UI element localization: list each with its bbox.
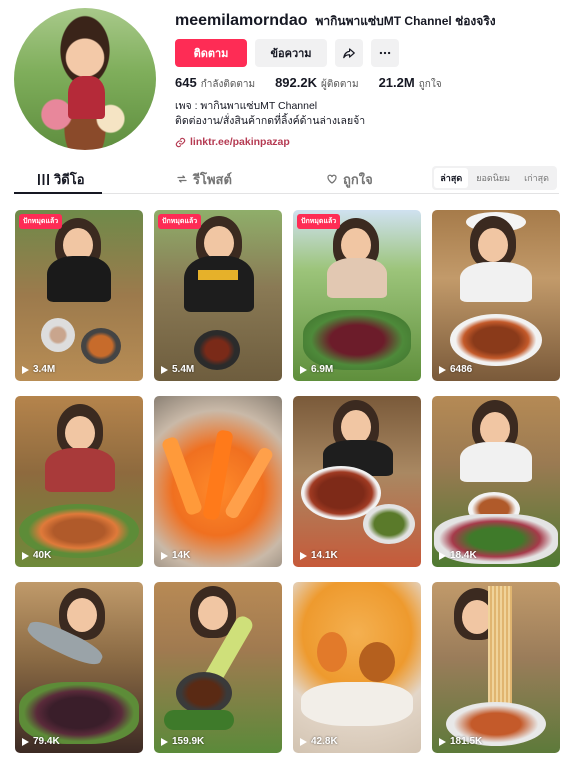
share-icon <box>343 48 355 59</box>
video-card[interactable]: 79.4K <box>15 582 143 753</box>
tab-videos[interactable]: วิดีโอ <box>38 164 85 194</box>
video-card[interactable]: ปักหมุดแล้ว 3.4M <box>15 210 143 381</box>
profile-tabs: วิดีโอ รีโพสต์ ถูกใจ ล่าสุด ยอดนิยม เก่า… <box>14 164 559 194</box>
more-icon <box>379 51 391 55</box>
bio-line: ติดต่องาน/สั่งสินค้ากดที่ลิ้งค์ด้านล่างเ… <box>175 115 366 127</box>
follow-button[interactable]: ติดตาม <box>175 39 247 67</box>
sort-latest[interactable]: ล่าสุด <box>434 168 469 188</box>
avatar[interactable] <box>14 8 156 150</box>
tab-liked[interactable]: ถูกใจ <box>326 164 373 194</box>
view-count: 18.4K <box>439 550 477 561</box>
bio-link-text[interactable]: linktr.ee/pakinpazap <box>190 136 290 148</box>
video-grid: ปักหมุดแล้ว 3.4M ปักหมุดแล้ว 5.4M ปักหมุ… <box>15 210 560 753</box>
play-icon <box>300 365 307 374</box>
bio-line: เพจ : พากินพาแซ่บMT Channel <box>175 100 318 112</box>
link-icon <box>175 137 186 147</box>
nickname: พากินพาแซ่บMT Channel ช่องจริง <box>315 14 496 28</box>
play-icon <box>300 551 307 560</box>
play-icon <box>439 551 446 560</box>
play-icon <box>439 365 446 374</box>
play-icon <box>300 737 307 746</box>
video-card[interactable]: ปักหมุดแล้ว 5.4M <box>154 210 282 381</box>
video-card[interactable]: 18.4K <box>432 396 560 567</box>
video-card[interactable]: ปักหมุดแล้ว 6.9M <box>293 210 421 381</box>
sort-oldest[interactable]: เก่าสุด <box>518 168 555 188</box>
play-icon <box>161 365 168 374</box>
followers-stat[interactable]: 892.2K ผู้ติดตาม <box>275 74 358 92</box>
video-card[interactable]: 181.5K <box>432 582 560 753</box>
play-icon <box>22 551 29 560</box>
profile-actions: ติดตาม ข้อความ <box>175 39 399 67</box>
play-icon <box>22 365 29 374</box>
view-count: 5.4M <box>161 364 194 375</box>
sort-popular[interactable]: ยอดนิยม <box>470 168 516 188</box>
grid-icon <box>38 173 49 185</box>
view-count: 6.9M <box>300 364 333 375</box>
username: meemilamorndao <box>175 12 308 29</box>
view-count: 14K <box>161 550 190 561</box>
video-card[interactable]: 6486 <box>432 210 560 381</box>
share-button[interactable] <box>335 39 363 67</box>
view-count: 42.8K <box>300 736 338 747</box>
active-tab-indicator <box>14 192 102 194</box>
play-icon <box>439 737 446 746</box>
view-count: 3.4M <box>22 364 55 375</box>
tab-reposts[interactable]: รีโพสต์ <box>176 164 232 194</box>
pinned-badge: ปักหมุดแล้ว <box>158 214 202 229</box>
profile-header: meemilamorndao พากินพาแซ่บMT Channel ช่อ… <box>0 0 567 158</box>
play-icon <box>22 737 29 746</box>
likes-stat: 21.2M ถูกใจ <box>378 75 442 90</box>
sort-toggle: ล่าสุด ยอดนิยม เก่าสุด <box>432 166 557 190</box>
play-icon <box>161 551 168 560</box>
heart-outline-icon <box>327 174 337 184</box>
message-button[interactable]: ข้อความ <box>255 39 327 67</box>
video-card[interactable]: 14K <box>154 396 282 567</box>
repost-icon <box>177 175 187 183</box>
view-count: 181.5K <box>439 736 482 747</box>
view-count: 79.4K <box>22 736 60 747</box>
bio-link[interactable]: linktr.ee/pakinpazap <box>175 136 290 148</box>
name-row: meemilamorndao พากินพาแซ่บMT Channel ช่อ… <box>175 12 496 32</box>
profile-stats: 645 กำลังติดตาม 892.2K ผู้ติดตาม 21.2M ถูกใ… <box>175 74 442 92</box>
view-count: 159.9K <box>161 736 204 747</box>
video-card[interactable]: 159.9K <box>154 582 282 753</box>
bio: เพจ : พากินพาแซ่บMT Channel ติดต่องาน/สั… <box>175 99 365 129</box>
play-icon <box>161 737 168 746</box>
following-stat[interactable]: 645 กำลังติดตาม <box>175 74 255 92</box>
video-card[interactable]: 40K <box>15 396 143 567</box>
video-card[interactable]: 14.1K <box>293 396 421 567</box>
video-card[interactable]: 42.8K <box>293 582 421 753</box>
view-count: 14.1K <box>300 550 338 561</box>
view-count: 40K <box>22 550 51 561</box>
pinned-badge: ปักหมุดแล้ว <box>19 214 63 229</box>
view-count: 6486 <box>439 364 472 375</box>
pinned-badge: ปักหมุดแล้ว <box>297 214 341 229</box>
more-button[interactable] <box>371 39 399 67</box>
